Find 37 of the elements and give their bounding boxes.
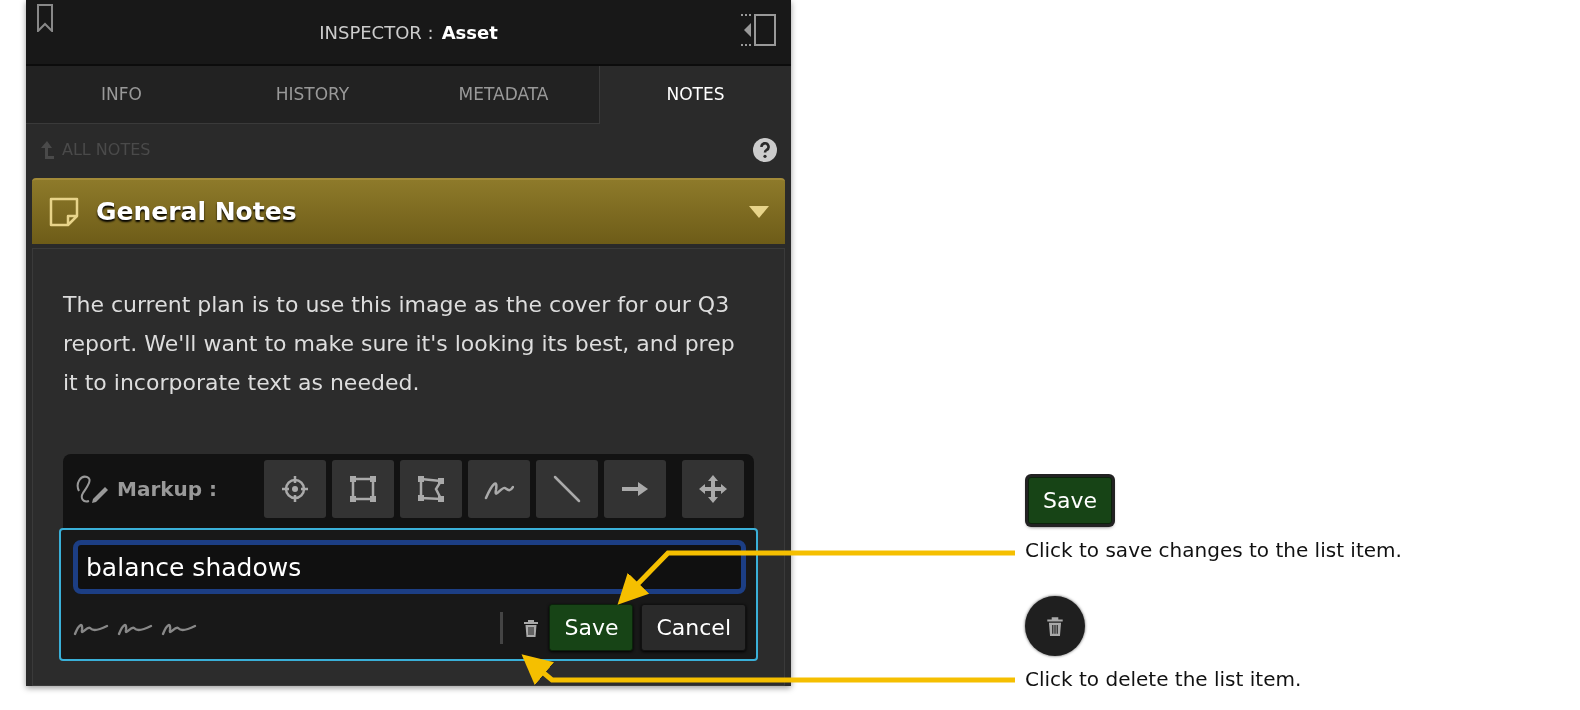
markup-label: Markup :: [117, 476, 218, 503]
arrow-tool-button[interactable]: [604, 460, 666, 518]
bookmark-icon[interactable]: [36, 4, 54, 32]
trash-button[interactable]: [1025, 596, 1085, 656]
line-icon: [552, 474, 582, 504]
rectangle-tool-button[interactable]: [332, 460, 394, 518]
section-title: General Notes: [96, 196, 297, 229]
line-tool-button[interactable]: [536, 460, 598, 518]
tab[interactable]: METADATA: [408, 66, 599, 124]
move-tool-button[interactable]: [682, 460, 744, 518]
dock-panel-icon[interactable]: [739, 12, 777, 48]
polygon-icon: [416, 474, 446, 504]
polygon-tool-button[interactable]: [400, 460, 462, 518]
note-text: The current plan is to use this image as the cover for our Q3 report. We'll want to make sure it's looking its best, and prep it to incorporate text as needed.: [63, 291, 736, 397]
move-icon: [698, 474, 728, 504]
tab[interactable]: NOTES: [599, 66, 791, 124]
callout-text: Click to delete the list item.: [1025, 666, 1302, 693]
cancel-button[interactable]: Cancel: [641, 604, 746, 651]
help-icon[interactable]: [753, 138, 777, 162]
pen-icon: [75, 473, 109, 505]
caret-icon[interactable]: [749, 206, 769, 218]
save-button[interactable]: Save: [1028, 477, 1112, 524]
save-button[interactable]: Save: [549, 604, 634, 651]
crosshair-tool-button[interactable]: [264, 460, 326, 518]
header-label: INSPECTOR :: [319, 20, 434, 45]
up-arrow-icon: [40, 140, 54, 160]
freehand-tool-button[interactable]: [468, 460, 530, 518]
tab[interactable]: INFO: [26, 66, 217, 124]
note-input[interactable]: balance shadows: [73, 540, 746, 594]
rectangle-icon: [348, 474, 378, 504]
crosshair-icon: [280, 474, 310, 504]
header-title: Asset: [441, 20, 498, 45]
trash-icon: [1044, 614, 1066, 638]
section-header[interactable]: General Notes: [32, 178, 785, 244]
tab[interactable]: HISTORY: [217, 66, 408, 124]
callout-text: Click to save changes to the list item.: [1025, 537, 1402, 564]
sticky-note-icon: [48, 196, 80, 228]
